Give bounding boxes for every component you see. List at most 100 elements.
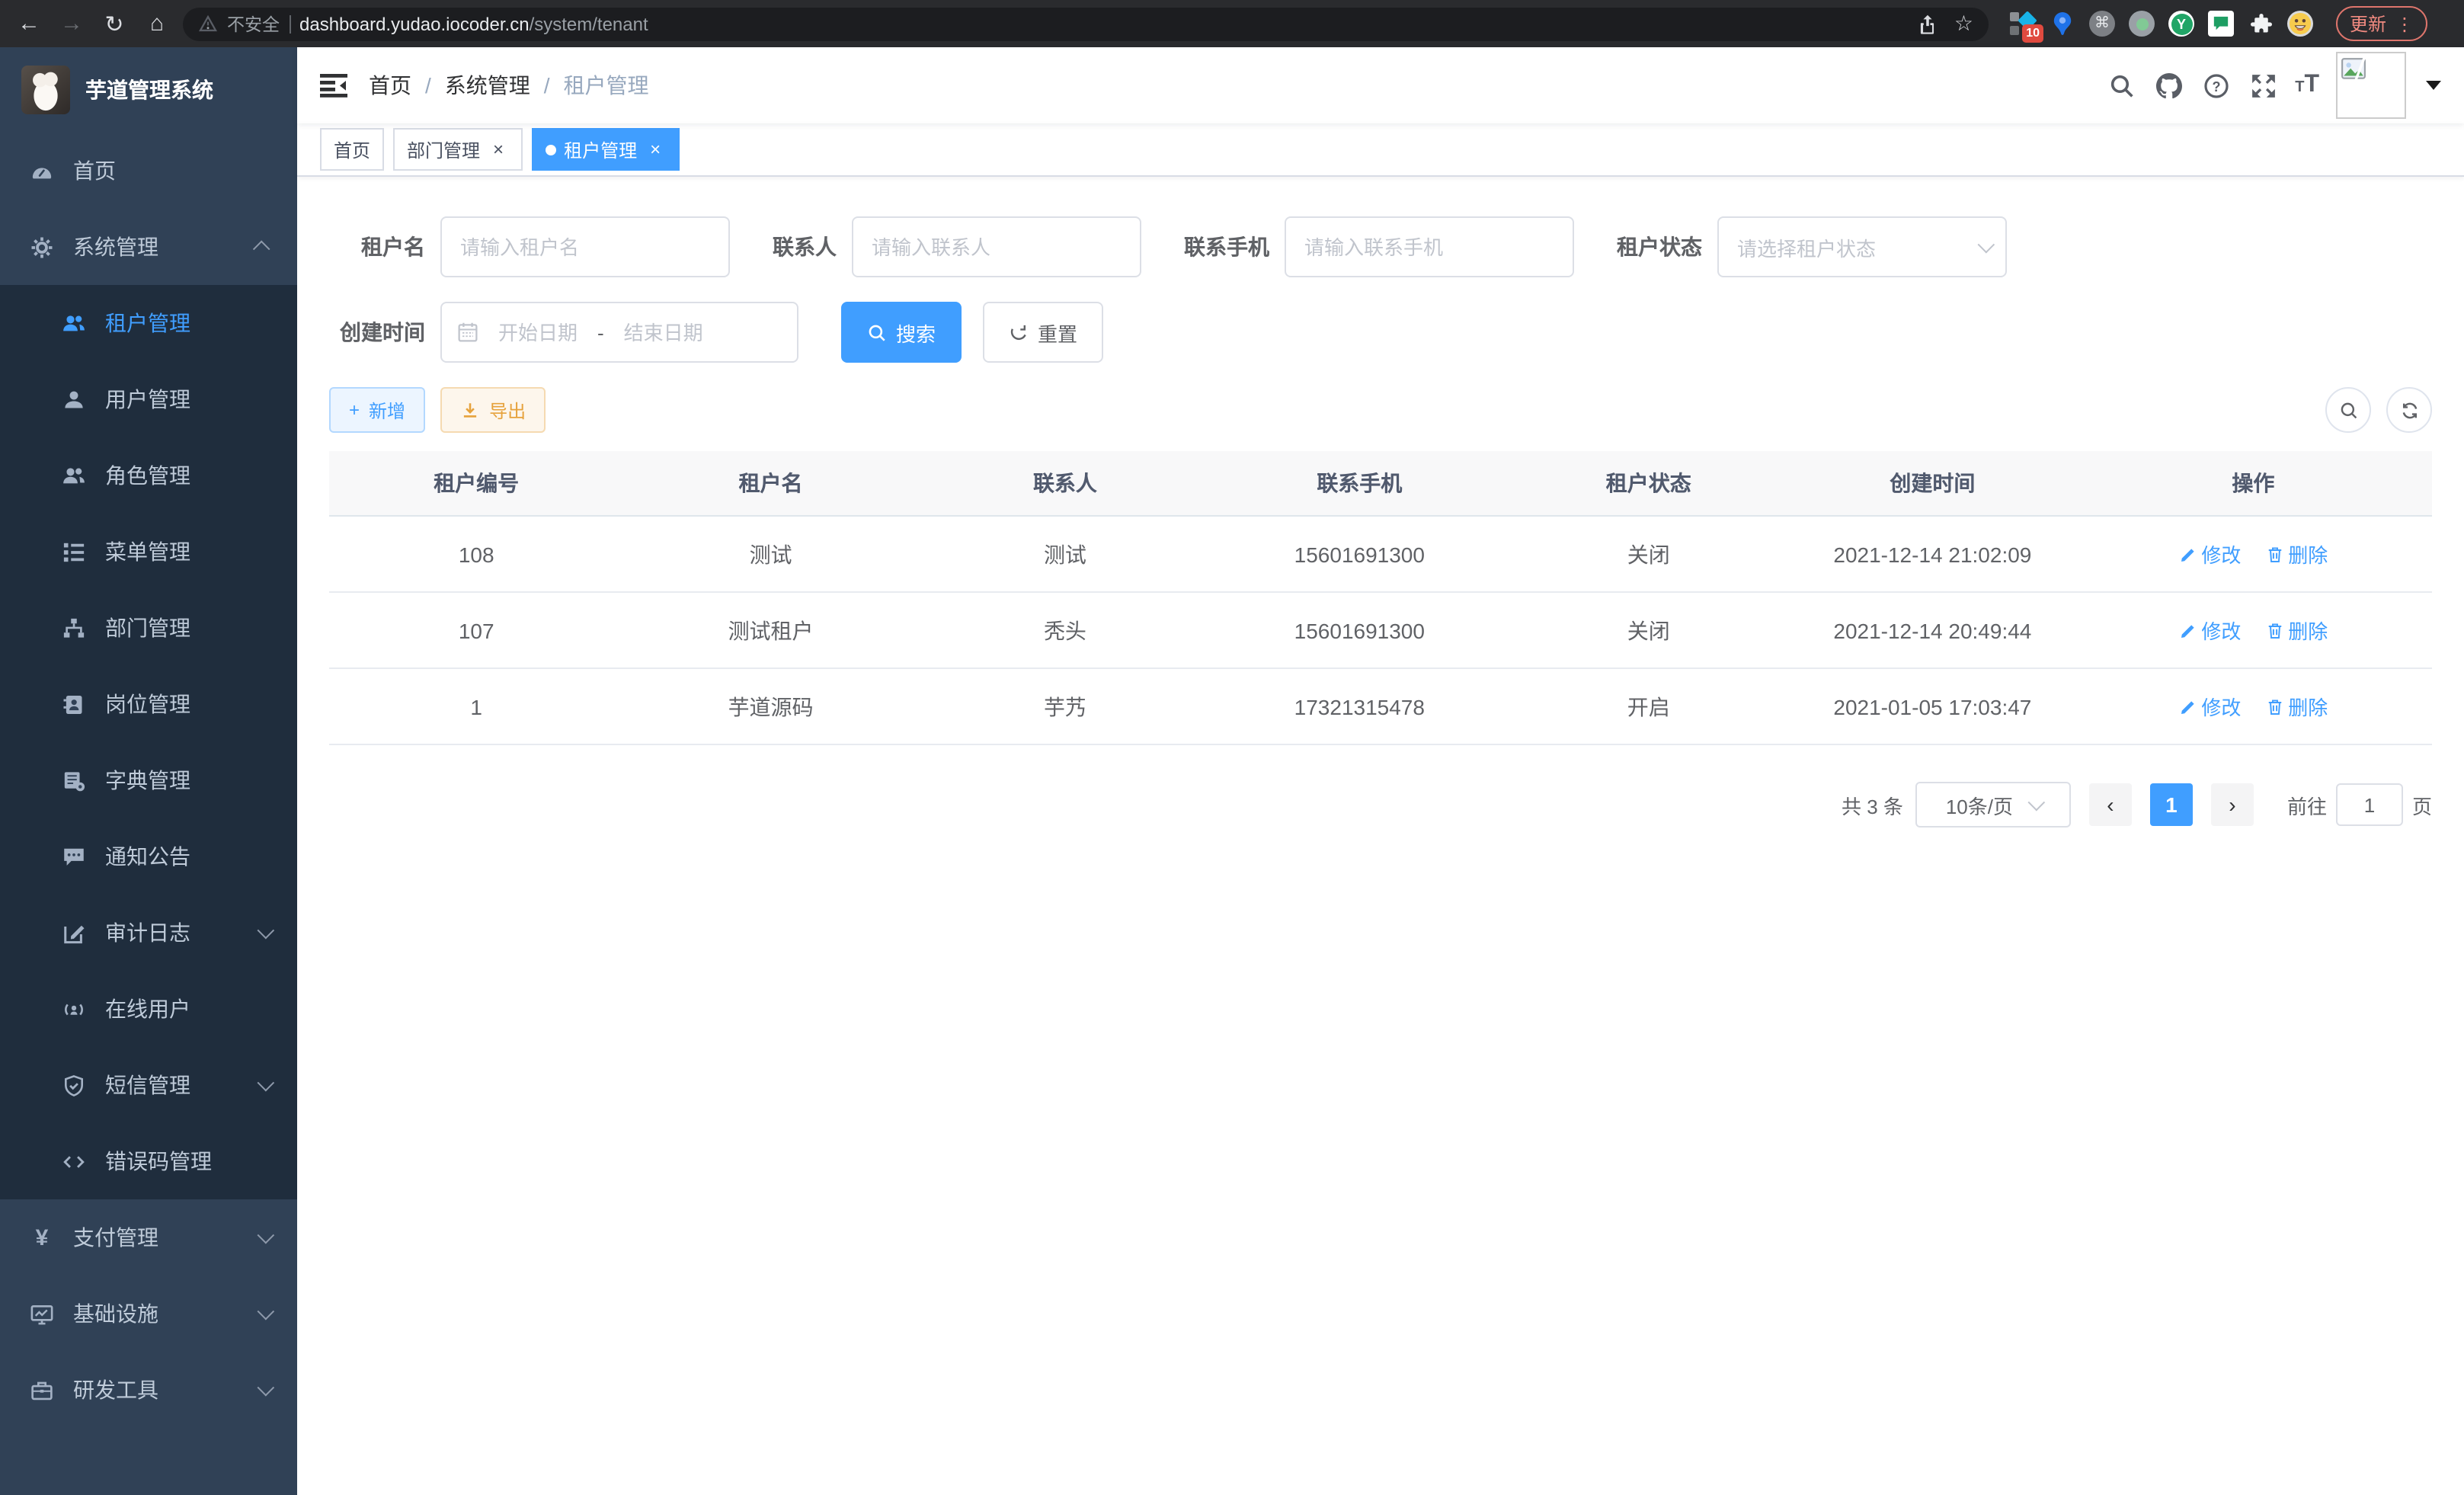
sidebar-item-post[interactable]: 岗位管理 (0, 666, 297, 742)
export-button[interactable]: 导出 (440, 387, 546, 433)
page-size-select[interactable]: 10条/页 (1915, 782, 2071, 828)
cell-mobile: 15601691300 (1212, 592, 1506, 668)
search-button[interactable]: 搜索 (841, 302, 962, 363)
extension-green-dot-icon[interactable] (2129, 11, 2155, 37)
edit-link[interactable]: 修改 (2178, 692, 2241, 721)
font-size-icon[interactable]: TT (2295, 75, 2319, 97)
next-page-button[interactable]: › (2211, 783, 2254, 826)
mobile-input[interactable] (1285, 216, 1574, 277)
add-button[interactable]: + 新增 (329, 387, 425, 433)
start-date-input[interactable] (488, 319, 588, 345)
forward-icon[interactable]: → (55, 7, 88, 40)
back-icon[interactable]: ← (12, 7, 46, 40)
prev-page-button[interactable]: ‹ (2089, 783, 2132, 826)
online-user-icon (62, 997, 85, 1020)
sidebar-item-devtools[interactable]: 研发工具 (0, 1352, 297, 1428)
sidebar-item-sms[interactable]: 短信管理 (0, 1047, 297, 1123)
mobile-label: 联系手机 (1184, 232, 1269, 262)
sidebar-fold-icon[interactable] (320, 73, 347, 98)
end-date-input[interactable] (613, 319, 714, 345)
tenant-name-input[interactable] (440, 216, 730, 277)
extension-tabs-icon[interactable]: 10 (2010, 11, 2036, 37)
edit-link[interactable]: 修改 (2178, 539, 2241, 568)
sidebar-item-tenant[interactable]: 租户管理 (0, 285, 297, 361)
sidebar-item-notice[interactable]: 通知公告 (0, 818, 297, 895)
fullscreen-icon[interactable] (2248, 70, 2278, 101)
delete-link[interactable]: 删除 (2265, 616, 2328, 645)
trash-icon (2265, 545, 2283, 563)
sidebar-item-online-user[interactable]: 在线用户 (0, 971, 297, 1047)
sidebar-item-label: 字典管理 (105, 765, 270, 796)
tag-close-icon[interactable]: × (488, 139, 509, 160)
logo[interactable]: 芋道管理系统 (0, 47, 297, 133)
col-created: 创建时间 (1790, 451, 2075, 516)
goto-page-input[interactable] (2336, 783, 2403, 826)
date-range-picker[interactable]: - (440, 302, 798, 363)
tag-close-icon[interactable]: × (645, 139, 666, 160)
sidebar-item-home[interactable]: 首页 (0, 133, 297, 209)
home-icon[interactable]: ⌂ (140, 7, 174, 40)
active-dot (546, 144, 556, 155)
reset-button[interactable]: 重置 (983, 302, 1103, 363)
tag-dept[interactable]: 部门管理× (393, 128, 523, 171)
sidebar-item-user[interactable]: 用户管理 (0, 361, 297, 437)
cell-id: 107 (329, 592, 623, 668)
extension-yudao-icon[interactable]: Y (2168, 11, 2194, 37)
extension-chat-icon[interactable] (2208, 11, 2234, 37)
sidebar-item-audit-log[interactable]: 审计日志 (0, 895, 297, 971)
plus-icon: + (349, 399, 360, 421)
chevron-down-icon (258, 1379, 275, 1397)
extensions-puzzle-icon[interactable] (2248, 11, 2274, 37)
sidebar-item-label: 基础设施 (73, 1298, 245, 1329)
profile-avatar-icon[interactable] (2287, 11, 2313, 37)
table-row: 108 测试 测试 15601691300 关闭 2021-12-14 21:0… (329, 516, 2432, 592)
tag-home[interactable]: 首页 (320, 128, 384, 171)
system-submenu: 租户管理 用户管理 角色管理 菜单管理 (0, 285, 297, 1199)
header-search-icon[interactable] (2106, 70, 2136, 101)
export-button-label: 导出 (489, 397, 526, 423)
tag-tenant[interactable]: 租户管理× (532, 128, 680, 171)
scaled-stage: ← → ↻ ⌂ 不安全 dashboard.yudao.iocoder.cn/s… (0, 0, 2464, 1495)
monitor-icon (30, 1302, 53, 1325)
sidebar-item-dict[interactable]: 字典管理 (0, 742, 297, 818)
url-text[interactable]: dashboard.yudao.iocoder.cn/system/tenant (299, 13, 1909, 34)
sidebar-item-error-code[interactable]: 错误码管理 (0, 1123, 297, 1199)
extension-command-icon[interactable]: ⌘ (2089, 11, 2115, 37)
delete-link[interactable]: 删除 (2265, 692, 2328, 721)
cell-created: 2021-12-14 20:49:44 (1790, 592, 2075, 668)
share-icon[interactable] (1918, 13, 1939, 34)
app-title: 芋道管理系统 (85, 75, 213, 105)
help-icon[interactable]: ? (2200, 70, 2231, 101)
page-1-button[interactable]: 1 (2150, 783, 2193, 826)
extension-pin-icon[interactable] (2050, 11, 2075, 37)
address-bar[interactable]: 不安全 dashboard.yudao.iocoder.cn/system/te… (183, 7, 1989, 40)
edit-link[interactable]: 修改 (2178, 616, 2241, 645)
bookmark-star-icon[interactable]: ☆ (1954, 11, 1973, 37)
navbar-actions: ? TT (2106, 52, 2441, 119)
sidebar-item-dept[interactable]: 部门管理 (0, 590, 297, 666)
sidebar-item-system[interactable]: 系统管理 (0, 209, 297, 285)
delete-link[interactable]: 删除 (2265, 539, 2328, 568)
breadcrumb-home[interactable]: 首页 (369, 70, 411, 101)
post-badge-icon (62, 693, 85, 715)
breadcrumb-system[interactable]: 系统管理 (445, 70, 530, 101)
github-icon[interactable] (2153, 70, 2184, 101)
toggle-search-button[interactable] (2325, 387, 2371, 433)
sidebar-item-label: 首页 (73, 155, 270, 186)
avatar-dropdown-icon[interactable] (2426, 81, 2441, 90)
reload-icon[interactable]: ↻ (98, 7, 131, 40)
browser-menu-icon[interactable]: ⋮ (2395, 13, 2414, 34)
refresh-table-button[interactable] (2386, 387, 2432, 433)
browser-update-button[interactable]: 更新 ⋮ (2336, 6, 2427, 41)
security-label[interactable]: 不安全 (227, 11, 280, 36)
sidebar-item-role[interactable]: 角色管理 (0, 437, 297, 514)
sidebar-item-pay[interactable]: ¥ 支付管理 (0, 1199, 297, 1276)
contact-input[interactable] (852, 216, 1141, 277)
add-button-label: 新增 (369, 397, 405, 423)
gear-icon (30, 235, 53, 258)
sidebar-item-label: 部门管理 (105, 613, 270, 643)
status-select[interactable]: 请选择租户状态 (1717, 216, 2007, 277)
sidebar-item-infra[interactable]: 基础设施 (0, 1276, 297, 1352)
sidebar-item-menu[interactable]: 菜单管理 (0, 514, 297, 590)
user-avatar[interactable] (2336, 52, 2406, 119)
